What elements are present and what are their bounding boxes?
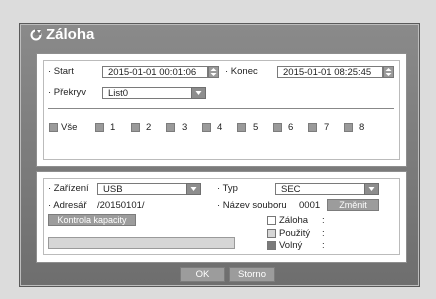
overlap-dropdown[interactable]: List0 [102,87,206,99]
checkbox-channel-1[interactable] [95,123,104,132]
capacity-bar [48,237,235,249]
spinner-arrows-icon [385,68,392,76]
channel-5-label: 5 [253,122,259,133]
type-label: · Typ [217,183,238,194]
channel-7-label: 7 [324,122,330,133]
device-inner: · Zařízení USB · Typ SEC · Adresář /2015… [43,178,400,255]
legend-backup-label: Záloha [279,215,309,226]
chevron-down-icon [191,87,206,99]
legend-backup-swatch [267,216,276,225]
checkbox-channel-2[interactable] [131,123,140,132]
overlap-label: · Překryv [48,87,86,98]
ok-button[interactable]: OK [180,267,225,282]
type-dropdown[interactable]: SEC [275,183,379,195]
filename-value: 0001 [299,200,321,211]
backup-dialog: Záloha · Start 2015-01-01 00:01:06 · Kon… [19,23,420,287]
channel-2-label: 2 [146,122,152,133]
channel-8-label: 8 [359,122,365,133]
checkbox-all[interactable] [49,123,58,132]
chevron-down-icon [186,183,201,195]
cancel-button[interactable]: Storno [229,267,275,282]
end-time-field[interactable]: 2015-01-01 08:25:45 [277,66,383,78]
checkbox-channel-5[interactable] [237,123,246,132]
channel-1-label: 1 [110,122,116,133]
overlap-value: List0 [108,88,129,99]
range-inner: · Start 2015-01-01 00:01:06 · Konec 2015… [43,60,400,160]
channel-6-label: 6 [288,122,294,133]
device-panel: · Zařízení USB · Typ SEC · Adresář /2015… [36,171,407,263]
channel-4-label: 4 [217,122,223,133]
capacity-check-button[interactable]: Kontrola kapacity [48,214,136,226]
change-button[interactable]: Změnit [327,199,379,211]
checkbox-channel-4[interactable] [202,123,211,132]
checkbox-channel-3[interactable] [166,123,175,132]
checkbox-channel-8[interactable] [344,123,353,132]
start-label: · Start [48,66,74,77]
legend-free-sep: : [322,240,325,251]
dialog-title: Záloha [46,26,95,43]
end-time-spinner[interactable] [383,66,394,78]
end-label: · Konec [225,66,258,77]
checkbox-channel-7[interactable] [308,123,317,132]
legend-free-label: Volný [279,240,303,251]
backup-icon [30,29,42,41]
legend-free-swatch [267,241,276,250]
chevron-down-icon [364,183,379,195]
folder-value: /20150101/ [97,200,145,211]
type-value: SEC [281,184,301,195]
device-label: · Zařízení [48,183,89,194]
checkbox-channel-6[interactable] [273,123,282,132]
range-panel: · Start 2015-01-01 00:01:06 · Konec 2015… [36,53,407,167]
checkbox-all-label: Vše [61,122,78,133]
channel-3-label: 3 [182,122,188,133]
start-time-field[interactable]: 2015-01-01 00:01:06 [102,66,208,78]
divider [48,108,394,109]
legend-used-swatch [267,229,276,238]
device-dropdown[interactable]: USB [97,183,201,195]
dialog-title-bar: Záloha [30,26,94,44]
device-value: USB [103,184,123,195]
legend-backup-sep: : [322,215,325,226]
legend-used-sep: : [322,228,325,239]
filename-label: · Název souboru [217,200,287,211]
legend-used-label: Použitý [279,228,311,239]
folder-label: · Adresář [48,200,87,211]
start-time-spinner[interactable] [208,66,219,78]
spinner-arrows-icon [210,68,217,76]
